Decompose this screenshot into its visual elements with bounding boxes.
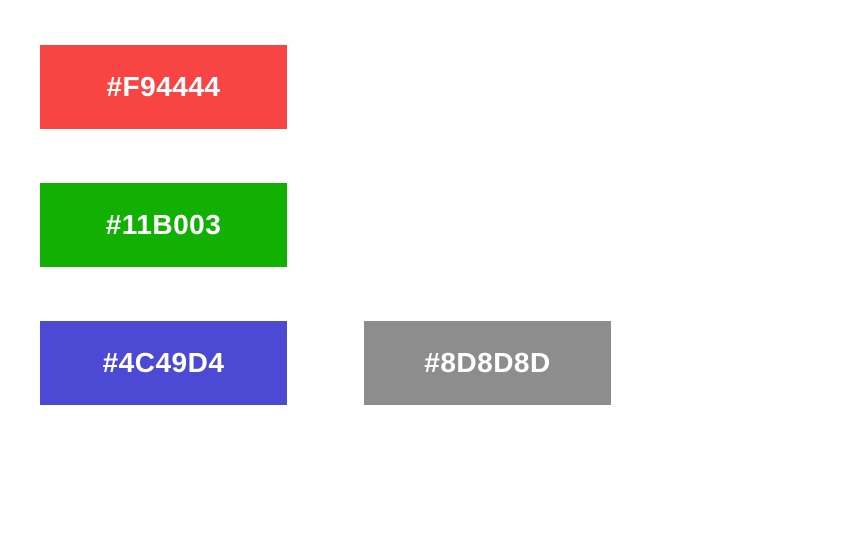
swatch-hex-label: #8D8D8D	[424, 347, 551, 378]
color-swatch-red: #F94444	[40, 45, 287, 129]
color-swatch-gray: #8D8D8D	[364, 321, 611, 405]
swatch-hex-label: #11B003	[105, 209, 222, 240]
swatch-hex-label: #4C49D4	[102, 347, 225, 378]
swatch-hex-label: #F94444	[106, 71, 221, 102]
color-swatch-blue: #4C49D4	[40, 321, 287, 405]
color-swatch-green: #11B003	[40, 183, 287, 267]
